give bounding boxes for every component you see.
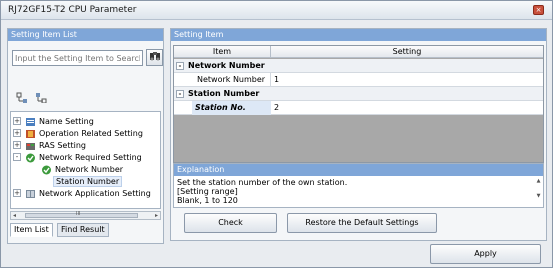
close-button[interactable]: × [533,5,544,15]
expander-icon[interactable]: + [13,117,21,125]
grid-row-category[interactable]: - Station Number [174,87,543,101]
explanation-panel: Explanation Set the station number of th… [173,163,544,208]
scroll-thumb[interactable]: III [25,211,138,218]
scroll-grip: III [76,211,81,217]
expander-icon[interactable]: + [13,141,21,149]
scroll-down-icon[interactable]: ▼ [535,193,542,199]
tree-item-label: Network Application Setting [39,189,151,198]
column-header-item: Item [174,46,271,58]
binoculars-icon [149,52,160,61]
scroll-left-icon[interactable]: ◂ [13,212,16,219]
setting-item-list-panel: Setting Item List + Name Settin [7,28,164,244]
tree-item-label: RAS Setting [39,141,86,150]
explanation-line: [Setting range] [177,187,238,196]
grid-header: Item Setting [174,46,543,58]
item-label: Station No. [192,101,271,115]
check-button[interactable]: Check [184,213,277,233]
tree-item-label: Network Required Setting [39,153,142,162]
item-label: Network Number [194,73,271,87]
search-input[interactable] [12,50,143,66]
category-label: Station Number [188,89,260,98]
column-header-setting: Setting [392,47,422,56]
setting-grid: Item Setting - Network Number Network Nu… [173,45,544,163]
search-button[interactable] [146,49,163,66]
tree-item-label: Station Number [53,176,123,187]
ras-icon [26,142,35,150]
scroll-up-icon[interactable]: ▲ [535,178,542,184]
tree-item-network-number[interactable]: Network Number [41,164,123,175]
apply-button[interactable]: Apply [430,244,541,264]
name-setting-icon [26,117,35,126]
tree-toolbar [16,92,56,104]
check-icon [42,165,51,174]
tree-horizontal-scrollbar[interactable]: ◂ III ▸ [10,211,161,220]
grid-row-station-no[interactable]: Station No. 2 [174,101,543,115]
operation-icon [26,129,35,138]
expander-icon[interactable]: + [13,129,21,137]
explanation-line: Blank, 1 to 120 [177,196,238,205]
collapse-icon[interactable]: - [176,90,184,98]
tree-item-label: Network Number [55,165,124,174]
explanation-text: Set the station number of the own statio… [177,178,347,205]
explanation-line: Set the station number of the own statio… [177,178,348,187]
window-title: RJ72GF15-T2 CPU Parameter [8,5,137,15]
station-no-value[interactable]: 2 [271,101,279,115]
tab-find-result[interactable]: Find Result [57,223,109,237]
check-icon [26,153,35,162]
restore-defaults-button[interactable]: Restore the Default Settings [287,213,437,233]
explanation-header: Explanation [174,164,543,176]
tab-item-list[interactable]: Item List [10,223,53,237]
title-bar: RJ72GF15-T2 CPU Parameter × [1,1,552,20]
collapse-icon[interactable]: - [176,62,184,70]
category-label: Network Number [188,61,265,70]
collapse-all-icon[interactable] [35,92,47,103]
grid-row-category[interactable]: - Network Number [174,59,543,73]
tree-item-station-number[interactable]: Station Number [53,176,123,187]
setting-item-panel: Setting Item Item Setting - Network Numb… [170,28,547,241]
network-app-icon [26,189,35,198]
collapse-icon[interactable]: - [13,153,21,161]
scroll-right-icon[interactable]: ▸ [155,212,158,219]
left-tabs: Item List Find Result [8,223,163,243]
setting-tree: + Name Setting + Operation Related Setti… [10,111,161,209]
expander-icon[interactable]: + [13,189,21,197]
setting-item-list-header: Setting Item List [8,29,163,41]
grid-row-network-number[interactable]: Network Number 1 [174,73,543,87]
explanation-scrollbar[interactable]: ▲ ▼ [535,178,542,199]
tree-item-label: Name Setting [39,117,94,126]
expand-all-icon[interactable] [16,92,28,103]
tree-item-label: Operation Related Setting [39,129,143,138]
network-number-value[interactable]: 1 [271,73,279,87]
setting-item-header: Setting Item [171,29,546,41]
parameter-window: RJ72GF15-T2 CPU Parameter × Setting Item… [0,0,553,268]
